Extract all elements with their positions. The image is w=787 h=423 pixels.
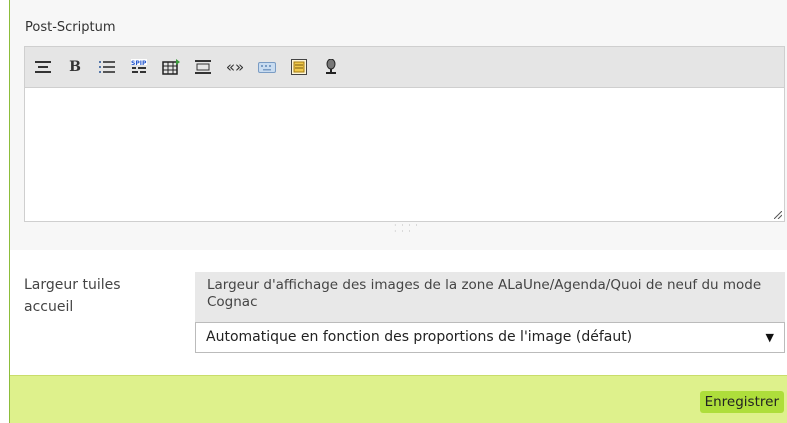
tile-width-label: Largeur tuiles accueil [24, 277, 121, 315]
spip-code-icon[interactable]: SPIP [127, 55, 151, 79]
post-scriptum-textarea[interactable] [24, 88, 785, 222]
keyboard-icon[interactable] [255, 55, 279, 79]
microphone-icon[interactable] [319, 55, 343, 79]
tile-width-select[interactable]: Automatique en fonction des proportions … [195, 322, 785, 353]
editor-toolbar: B SPIP «» [24, 46, 785, 88]
center-paragraph-icon[interactable] [191, 55, 215, 79]
tile-width-explanation: Largeur d'affichage des images de la zon… [195, 272, 785, 322]
post-scriptum-label: Post-Scriptum [25, 20, 116, 35]
svg-text:SPIP: SPIP [131, 60, 147, 67]
save-button[interactable]: Enregistrer [699, 391, 784, 413]
dropdown-caret-icon: ▼ [765, 331, 774, 344]
tile-width-selected-value: Automatique en fonction des proportions … [206, 329, 633, 345]
resize-handle-icon[interactable] [774, 211, 782, 219]
align-center-icon[interactable] [31, 55, 55, 79]
bullet-list-icon[interactable] [95, 55, 119, 79]
form-footer: Enregistrer [10, 375, 787, 423]
insert-table-icon[interactable] [159, 55, 183, 79]
bold-icon[interactable]: B [63, 55, 87, 79]
quote-icon[interactable]: «» [223, 55, 247, 79]
textarea-grip-icon[interactable]: · · · · · · · [394, 222, 419, 236]
preview-icon[interactable] [287, 55, 311, 79]
